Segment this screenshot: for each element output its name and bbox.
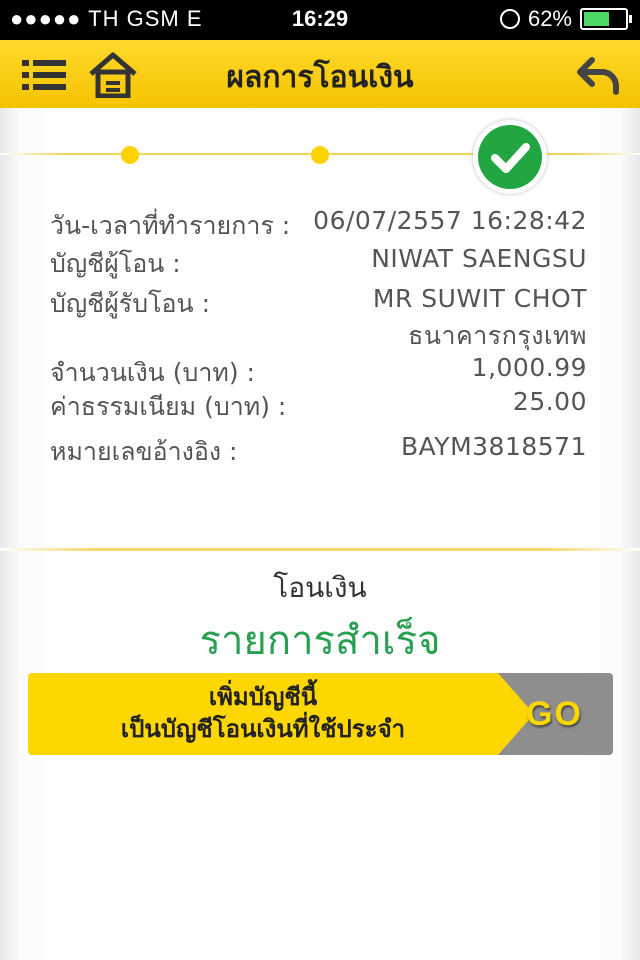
favorite-button-text: เพิ่มบัญชีนี้ เป็นบัญชีโอนเงินที่ใช้ประจ…: [28, 681, 498, 745]
step-complete: [473, 120, 547, 194]
status-bar: ●●●●● TH GSM E 16:29 62%: [0, 0, 640, 40]
result-status: รายการสำเร็จ: [199, 618, 441, 664]
detail-label: ค่าธรรมเนียม (บาท) :: [50, 392, 287, 421]
favorite-button-line1: เพิ่มบัญชีนี้: [208, 683, 318, 711]
step-indicator: [0, 108, 640, 208]
favorite-button-line2: เป็นบัญชีโอนเงินที่ใช้ประจำ: [120, 715, 406, 743]
content-area: วัน-เวลาที่ทำรายการ : 06/07/2557 16:28:4…: [0, 108, 640, 960]
battery-percent: 62%: [527, 6, 572, 31]
detail-value: 06/07/2557 16:28:42: [313, 206, 587, 235]
alarm-icon: [499, 9, 520, 29]
divider: [0, 548, 640, 551]
page-title: ผลการโอนเงิน: [226, 60, 414, 95]
status-right: 62%: [499, 6, 632, 32]
go-label: GO: [526, 695, 583, 733]
detail-value: ธนาคารกรุงเทพ: [408, 321, 587, 350]
detail-value: BAYM3818571: [401, 432, 587, 461]
check-icon: [491, 143, 530, 173]
step-dot-1: [121, 146, 139, 164]
navigation-bar: ผลการโอนเงิน: [0, 40, 640, 108]
battery-icon: [580, 8, 632, 30]
detail-label: บัญชีผู้รับโอน :: [50, 289, 210, 318]
detail-label: วัน-เวลาที่ทำรายการ :: [50, 211, 291, 240]
detail-label: บัญชีผู้โอน :: [50, 249, 181, 278]
back-icon[interactable]: [576, 54, 622, 96]
detail-label: หมายเลขอ้างอิง :: [50, 437, 238, 466]
detail-value: NIWAT SAENGSU: [371, 244, 587, 273]
result-label: โอนเงิน: [273, 571, 367, 604]
detail-value: 25.00: [512, 387, 587, 416]
step-dot-2: [311, 146, 329, 164]
detail-value: 1,000.99: [471, 353, 587, 382]
detail-value: MR SUWIT CHOT: [372, 284, 587, 313]
add-favorite-account-button[interactable]: เพิ่มบัญชีนี้ เป็นบัญชีโอนเงินที่ใช้ประจ…: [28, 673, 613, 755]
